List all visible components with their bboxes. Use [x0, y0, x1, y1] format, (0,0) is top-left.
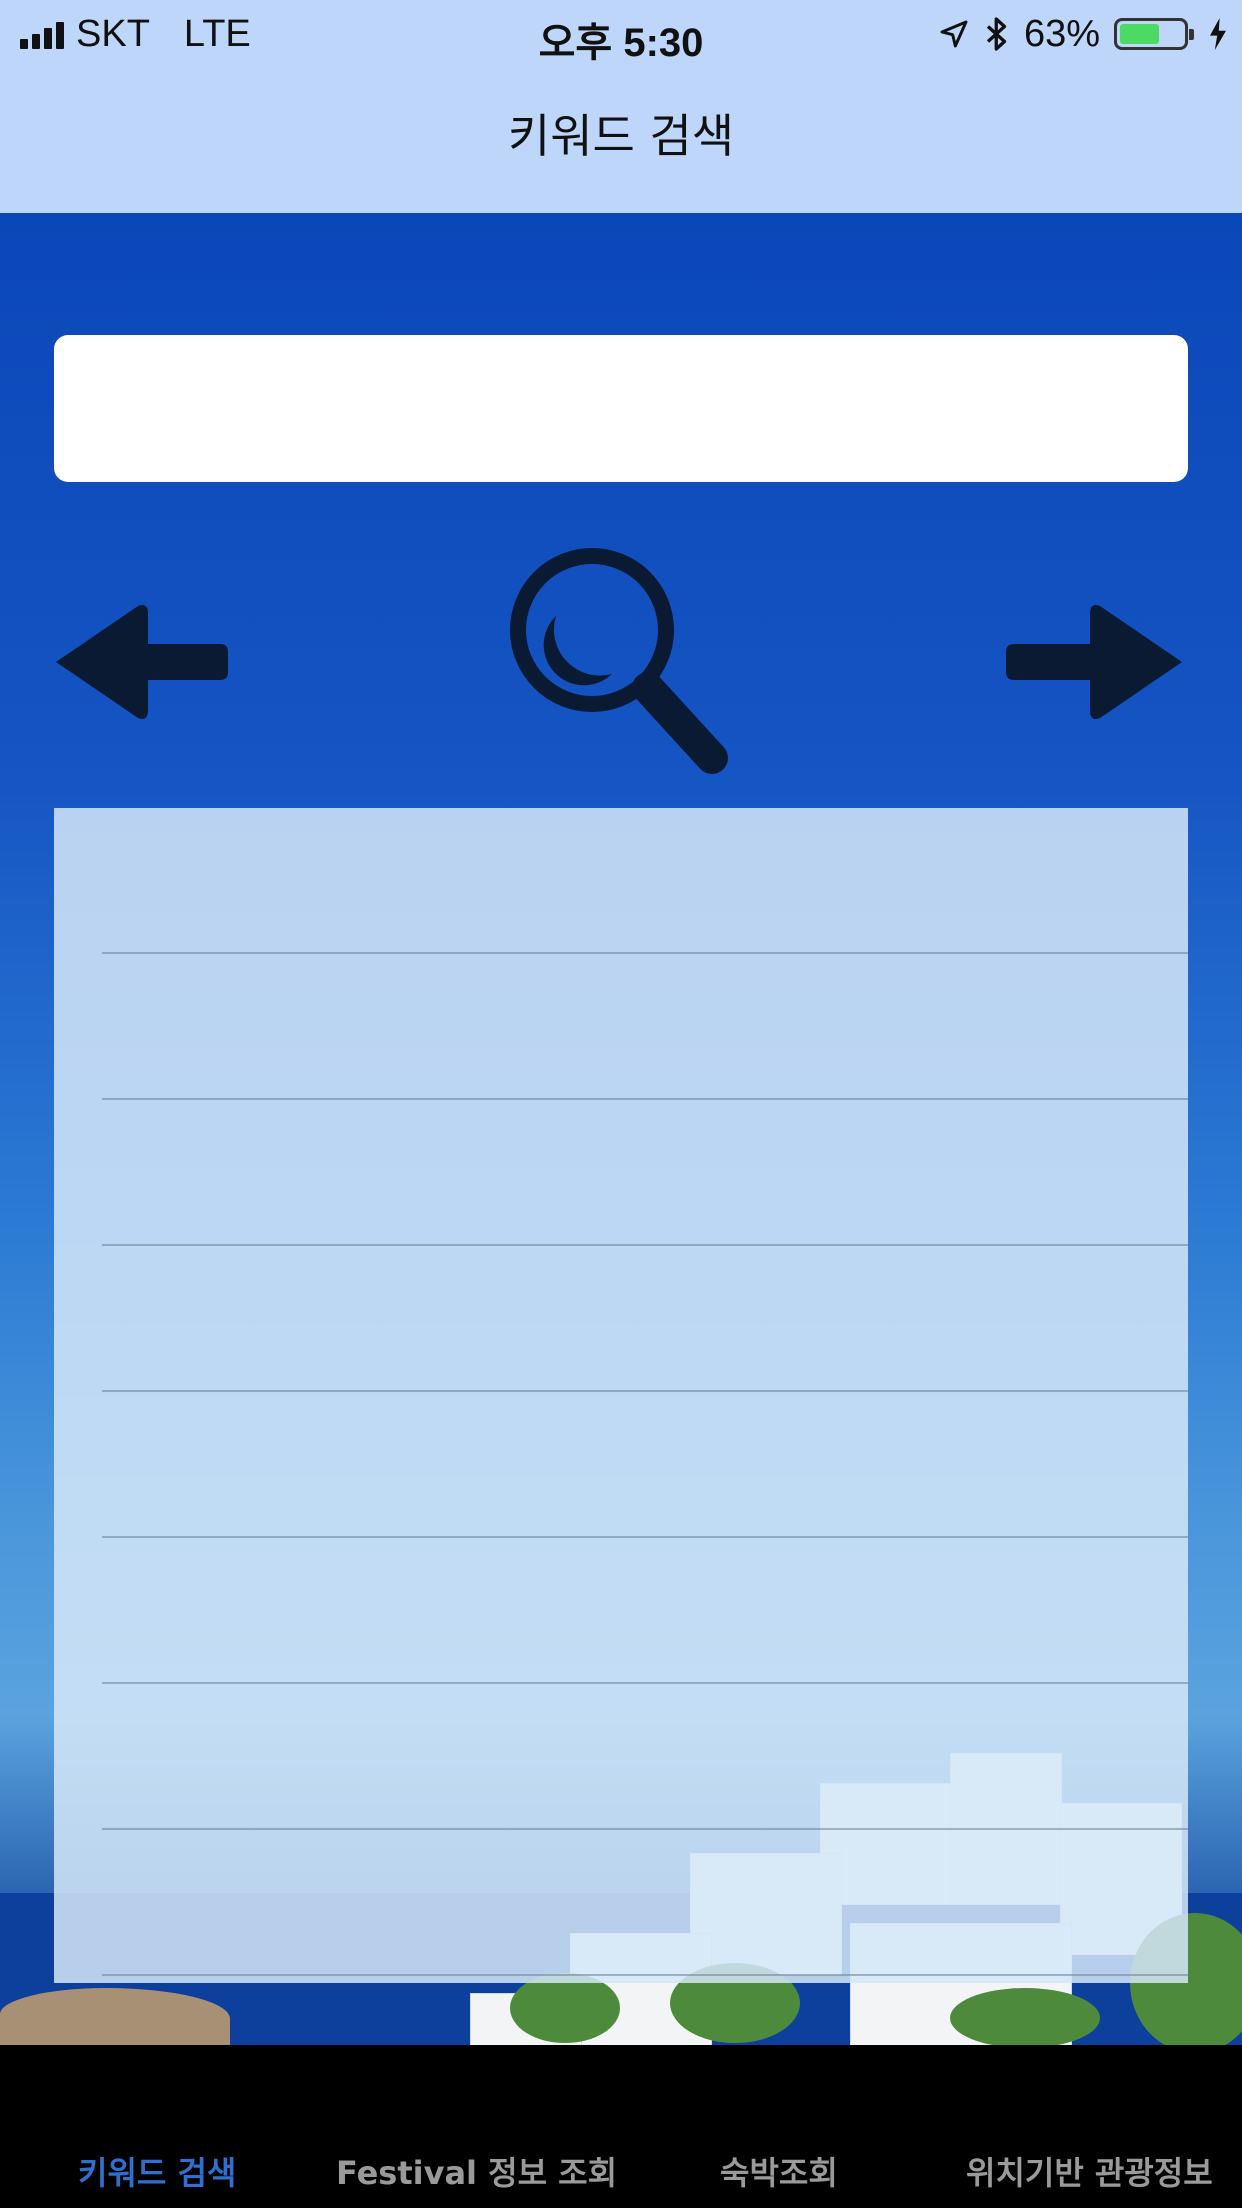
rocks-background [0, 1988, 230, 2045]
location-icon [940, 20, 968, 48]
battery-fill [1120, 24, 1160, 44]
battery-percent: 63% [1023, 12, 1100, 55]
main-content [0, 213, 1242, 2045]
tab-festival-info[interactable]: Festival 정보 조회 [336, 2148, 617, 2194]
magnifier-icon [510, 548, 728, 774]
row-separator [102, 1974, 1188, 1976]
arrow-left-icon [56, 605, 228, 719]
results-list[interactable] [54, 808, 1188, 1983]
bluetooth-icon [986, 17, 1007, 51]
status-right: 63% [938, 12, 1228, 56]
list-item[interactable] [54, 1100, 1188, 1246]
list-item[interactable] [54, 1830, 1188, 1976]
charging-icon [1210, 18, 1226, 50]
list-item[interactable] [54, 1246, 1188, 1392]
prev-button[interactable] [52, 600, 232, 725]
tab-location-tourism[interactable]: 위치기반 관광정보 [966, 2148, 1213, 2194]
search-button[interactable] [508, 546, 730, 776]
tab-keyword-search[interactable]: 키워드 검색 [78, 2148, 236, 2194]
next-button[interactable] [1002, 600, 1186, 725]
list-item[interactable] [54, 954, 1188, 1100]
search-input[interactable] [54, 335, 1188, 482]
page-title: 키워드 검색 [507, 108, 735, 163]
status-bar: SKT LTE 오후 5:30 63% [0, 0, 1242, 68]
list-item[interactable] [54, 808, 1188, 954]
arrow-right-icon [1006, 605, 1182, 719]
tab-bar: 키워드 검색 Festival 정보 조회 숙박조회 위치기반 관광정보 [0, 2045, 1242, 2208]
list-item[interactable] [54, 1392, 1188, 1538]
tab-lodging[interactable]: 숙박조회 [720, 2148, 838, 2194]
battery-icon [1114, 18, 1194, 50]
nav-bar: 키워드 검색 [0, 68, 1242, 213]
list-item[interactable] [54, 1538, 1188, 1684]
list-item[interactable] [54, 1684, 1188, 1830]
